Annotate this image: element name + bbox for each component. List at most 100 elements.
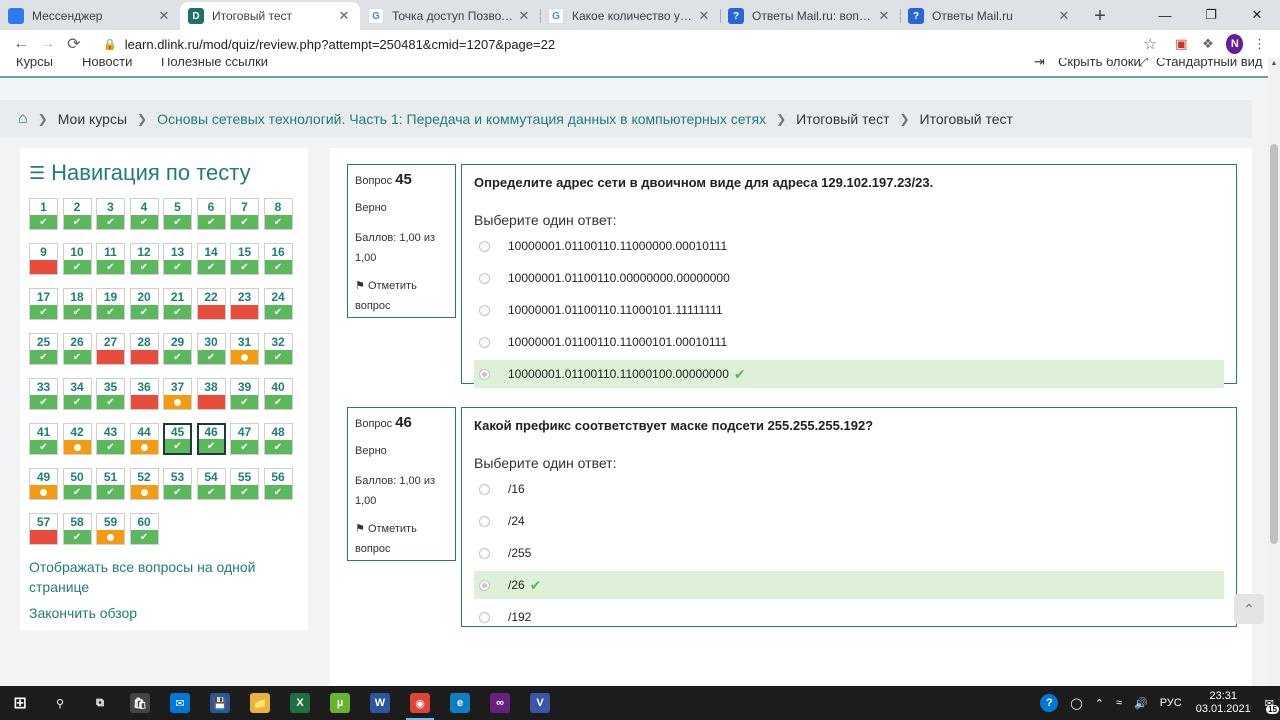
browser-tab[interactable]: Мессенджер ✕ [0,2,180,30]
address-bar[interactable]: 🔒 learn.dlink.ru/mod/quiz/review.php?att… [94,31,1165,57]
question-nav-button[interactable]: 41 ✔ [29,423,58,455]
language-indicator[interactable]: РУС [1160,697,1182,709]
question-nav-button[interactable]: 27 [96,333,125,365]
question-nav-button[interactable]: 10 ✔ [62,243,92,275]
volume-icon[interactable]: 🔊 [1134,697,1148,710]
question-nav-button[interactable]: 15 ✔ [230,243,259,275]
answer-option[interactable]: /16 [474,475,1224,503]
minimize-icon[interactable]: — [1142,0,1188,30]
clock[interactable]: 23:31 03.01.2021 [1196,690,1251,716]
forward-icon[interactable]: → [36,31,58,57]
expand-icon[interactable]: ⤢ [1138,58,1148,70]
answer-option[interactable]: 10000001.01100110.11000101.00010111 [474,328,1224,356]
question-nav-button[interactable]: 1 ✔ [29,198,58,230]
question-nav-button[interactable]: 19 ✔ [96,288,125,320]
network-icon[interactable]: ◯ [1070,697,1082,710]
browser-tab[interactable]: ? Ответы Mail.ru ✕ [900,2,1080,30]
question-nav-button[interactable]: 21 ✔ [163,288,192,320]
radio-button[interactable] [479,304,490,316]
question-nav-button[interactable]: 59 [96,513,125,545]
nav-news[interactable]: Новости [82,58,132,69]
word-icon[interactable]: W [360,686,400,720]
maximize-icon[interactable]: ❐ [1188,0,1234,30]
show-all-questions-link[interactable]: Отображать все вопросы на одной странице [29,557,299,597]
browser-tab[interactable]: G Какое количество узлов до✕ [540,2,720,30]
question-nav-button[interactable]: 49 [29,468,58,500]
question-nav-button[interactable]: 60 ✔ [129,513,159,545]
question-nav-button[interactable]: 51 ✔ [96,468,125,500]
answer-option[interactable]: 10000001.01100110.11000101.11111111 [474,296,1224,324]
question-nav-button[interactable]: 47 ✔ [230,423,259,455]
question-nav-button[interactable]: 56 ✔ [263,468,293,500]
back-to-top-button[interactable]: ⌃ [1234,594,1264,624]
task-view-icon[interactable]: ⧉ [80,686,120,720]
new-tab-button[interactable]: + [1086,2,1114,30]
question-nav-button[interactable]: 5 ✔ [163,198,192,230]
browser-tab[interactable]: ? Ответы Mail.ru: вопрос ✕ [720,2,900,30]
answer-option[interactable]: 10000001.01100110.00000000.00000000 [474,264,1224,292]
browser-tab[interactable]: D Итоговый тест ✕ [180,2,360,30]
store-icon[interactable]: 🛍 [120,686,160,720]
question-nav-button[interactable]: 48 ✔ [263,423,293,455]
flag-question-link[interactable]: ⚑ Отметить вопрос [355,519,448,559]
notifications-icon[interactable]: ✉ 15 [1265,697,1279,714]
question-nav-button[interactable]: 52 [129,468,159,500]
browser-tab[interactable]: G Точка доступ Позволяет об✕ [360,2,540,30]
question-nav-button[interactable]: 57 [29,513,58,545]
nav-useful-links[interactable]: Полезные ссылки [161,58,268,69]
save-icon[interactable]: 💾 [200,686,240,720]
breadcrumb-section[interactable]: Итоговый тест [796,111,889,127]
close-tab-icon[interactable]: ✕ [156,8,172,24]
breadcrumb-course[interactable]: Основы сетевых технологий. Часть 1: Пере… [157,111,766,127]
question-nav-button[interactable]: 42 [62,423,92,455]
bookmark-star-icon[interactable]: ☆ [1144,35,1157,53]
question-nav-button[interactable]: 11 ✔ [96,243,125,275]
radio-button[interactable] [479,368,490,380]
question-nav-button[interactable]: 39 ✔ [230,378,259,410]
question-nav-button[interactable]: 6 ✔ [196,198,226,230]
question-nav-button[interactable]: 25 ✔ [29,333,58,365]
question-nav-button[interactable]: 4 ✔ [129,198,159,230]
question-nav-button[interactable]: 12 ✔ [129,243,159,275]
menu-dots-icon[interactable]: ⋮ [1249,32,1270,56]
question-nav-button[interactable]: 24 ✔ [263,288,293,320]
question-nav-button[interactable]: 33 ✔ [29,378,58,410]
question-nav-button[interactable]: 28 [129,333,159,365]
question-nav-button[interactable]: 35 ✔ [96,378,125,410]
wifi-icon[interactable]: ≈ [1116,697,1122,709]
question-nav-button[interactable]: 34 ✔ [62,378,92,410]
question-nav-button[interactable]: 14 ✔ [196,243,226,275]
hide-blocks-icon[interactable]: ⇥ [1034,58,1045,70]
home-icon[interactable]: ⌂ [18,110,28,128]
question-nav-button[interactable]: 29 ✔ [163,333,192,365]
radio-button[interactable] [479,579,490,591]
excel-icon[interactable]: X [280,686,320,720]
finish-review-link[interactable]: Закончить обзор [29,603,299,623]
question-nav-button[interactable]: 54 ✔ [196,468,226,500]
answer-option[interactable]: /255 [474,539,1224,567]
radio-button[interactable] [479,547,490,559]
hamburger-icon[interactable]: ☰ [29,163,45,184]
question-nav-button[interactable]: 44 [129,423,159,455]
close-icon[interactable]: ✕ [1234,0,1280,30]
question-nav-button[interactable]: 9 [29,243,58,275]
question-nav-button[interactable]: 16 ✔ [263,243,293,275]
breadcrumb-my-courses[interactable]: Мои курсы [58,111,127,127]
question-nav-button[interactable]: 31 [230,333,259,365]
close-tab-icon[interactable]: ✕ [1056,8,1072,24]
radio-button[interactable] [479,272,490,284]
question-nav-button[interactable]: 22 [196,288,226,320]
answer-option[interactable]: /24 [474,507,1224,535]
search-icon[interactable]: ⚲ [40,686,80,720]
page-scrollbar[interactable]: ▲ [1268,58,1280,686]
question-nav-button[interactable]: 18 ✔ [62,288,92,320]
radio-button[interactable] [479,611,490,623]
help-icon[interactable]: ? [1040,694,1059,712]
hide-blocks-link[interactable]: Скрыть блоки [1058,58,1141,69]
question-nav-button[interactable]: 46 ✔ [196,423,226,455]
chrome-icon[interactable]: ◉ [400,686,440,720]
question-nav-button[interactable]: 8 ✔ [263,198,293,230]
nav-courses[interactable]: Курсы [16,58,53,69]
question-nav-button[interactable]: 17 ✔ [29,288,58,320]
answer-option[interactable]: /192 [474,603,1224,631]
